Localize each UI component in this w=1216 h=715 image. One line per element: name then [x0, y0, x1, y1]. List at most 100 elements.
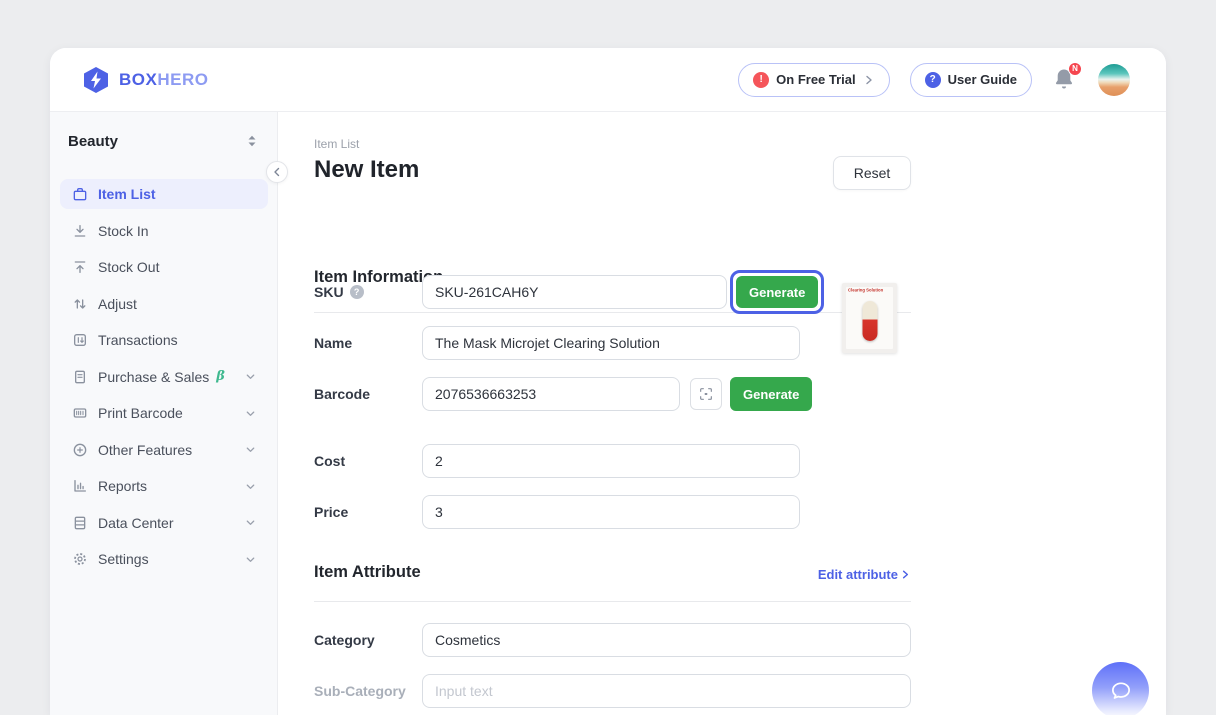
- price-row: Price: [314, 495, 800, 529]
- sku-input[interactable]: [422, 275, 727, 309]
- reset-button[interactable]: Reset: [833, 156, 911, 190]
- chat-widget-button[interactable]: [1092, 662, 1149, 715]
- chevron-down-icon: [245, 371, 256, 382]
- user-guide-button[interactable]: ? User Guide: [910, 63, 1032, 97]
- brand-text: BOXHERO: [119, 70, 208, 90]
- chevron-down-icon: [245, 444, 256, 455]
- sidebar-item-item-list[interactable]: Item List: [60, 179, 268, 209]
- chevron-down-icon: [245, 554, 256, 565]
- beta-badge: β: [216, 369, 225, 384]
- brand-box: BOX: [119, 70, 157, 89]
- chevron-down-icon: [245, 481, 256, 492]
- category-input[interactable]: [422, 623, 911, 657]
- sidebar-item-reports[interactable]: Reports: [60, 471, 268, 501]
- chat-bubble-icon: [1108, 678, 1134, 704]
- workspace-selector[interactable]: Beauty: [68, 126, 259, 156]
- barcode-icon: [72, 405, 88, 421]
- gear-icon: [72, 551, 88, 567]
- user-guide-label: User Guide: [948, 72, 1017, 87]
- cost-label: Cost: [314, 453, 345, 469]
- chevron-down-icon: [245, 517, 256, 528]
- divider: [314, 601, 911, 602]
- sku-generate-button[interactable]: Generate: [736, 276, 818, 308]
- main-content: Item List New Item Reset Item Informatio…: [278, 112, 1166, 715]
- chevron-down-icon: [245, 408, 256, 419]
- name-row: Name: [314, 326, 800, 360]
- sidebar-item-other-features[interactable]: Other Features: [60, 435, 268, 465]
- sort-icon: [245, 133, 259, 149]
- sidebar-item-settings[interactable]: Settings: [60, 544, 268, 574]
- chevron-right-icon: [863, 74, 875, 86]
- tutorial-focus-ring: Generate: [730, 270, 824, 314]
- name-label: Name: [314, 335, 352, 351]
- sidebar-item-purchase-sales[interactable]: Purchase & Sales β: [60, 362, 268, 392]
- sidebar: Beauty Item List Stock In: [50, 112, 278, 715]
- price-input[interactable]: [422, 495, 800, 529]
- product-image-caption: Clearing Solution: [848, 289, 883, 293]
- question-icon: ?: [925, 72, 941, 88]
- section-item-attribute: Item Attribute: [314, 563, 421, 582]
- sku-row: SKU ?: [314, 275, 727, 309]
- sidebar-item-stock-in[interactable]: Stock In: [60, 216, 268, 246]
- subcategory-input[interactable]: [422, 674, 911, 708]
- cost-row: Cost: [314, 444, 800, 478]
- database-icon: [72, 515, 88, 531]
- breadcrumb: Item List: [314, 137, 359, 151]
- sidebar-item-label: Settings: [98, 551, 149, 567]
- category-row: Category: [314, 623, 911, 657]
- topbar: BOXHERO ! On Free Trial ? User Guide N: [50, 48, 1166, 112]
- edit-attribute-label: Edit attribute: [818, 567, 898, 582]
- workspace-name: Beauty: [68, 133, 118, 150]
- help-icon[interactable]: ?: [350, 285, 364, 299]
- sidebar-item-label: Item List: [98, 186, 156, 202]
- sidebar-item-adjust[interactable]: Adjust: [60, 289, 268, 319]
- boxhero-logo: BOXHERO: [82, 66, 208, 94]
- sidebar-item-label: Adjust: [98, 296, 137, 312]
- sidebar-item-label: Print Barcode: [98, 405, 183, 421]
- price-label: Price: [314, 504, 348, 520]
- sidebar-item-label: Purchase & Sales: [98, 369, 209, 385]
- user-avatar[interactable]: [1098, 64, 1130, 96]
- capsule-graphic: [862, 301, 877, 341]
- cost-input[interactable]: [422, 444, 800, 478]
- sidebar-item-label: Data Center: [98, 515, 173, 531]
- document-icon: [72, 369, 88, 385]
- category-label: Category: [314, 632, 375, 648]
- notification-badge: N: [1068, 62, 1082, 76]
- sku-label: SKU: [314, 284, 344, 300]
- edit-attribute-link[interactable]: Edit attribute: [818, 567, 911, 582]
- plus-circle-icon: [72, 442, 88, 458]
- sidebar-item-label: Reports: [98, 478, 147, 494]
- notifications-button[interactable]: N: [1052, 66, 1078, 94]
- barcode-row: Barcode Generate: [314, 377, 812, 411]
- sidebar-item-transactions[interactable]: Transactions: [60, 325, 268, 355]
- barcode-scan-button[interactable]: [690, 378, 722, 410]
- brand-hero: HERO: [157, 70, 208, 89]
- barcode-label: Barcode: [314, 386, 370, 402]
- sidebar-collapse-button[interactable]: [266, 161, 288, 183]
- free-trial-label: On Free Trial: [776, 72, 855, 87]
- barcode-input[interactable]: [422, 377, 680, 411]
- sidebar-item-print-barcode[interactable]: Print Barcode: [60, 398, 268, 428]
- sidebar-item-data-center[interactable]: Data Center: [60, 508, 268, 538]
- alert-icon: !: [753, 72, 769, 88]
- name-input[interactable]: [422, 326, 800, 360]
- page-title: New Item: [314, 156, 419, 184]
- sidebar-item-label: Stock Out: [98, 259, 159, 275]
- sidebar-item-label: Other Features: [98, 442, 192, 458]
- free-trial-button[interactable]: ! On Free Trial: [738, 63, 889, 97]
- app-window: BOXHERO ! On Free Trial ? User Guide N: [50, 48, 1166, 715]
- chevron-left-icon: [272, 167, 282, 177]
- arrows-up-down-icon: [72, 296, 88, 312]
- product-image[interactable]: Clearing Solution: [842, 283, 897, 353]
- box-icon: [72, 186, 88, 202]
- chevron-right-icon: [900, 569, 911, 580]
- barcode-generate-button[interactable]: Generate: [730, 377, 812, 411]
- sidebar-item-stock-out[interactable]: Stock Out: [60, 252, 268, 282]
- product-image-pack: Clearing Solution: [846, 287, 893, 349]
- sidebar-nav: Item List Stock In Stock Out Adjust: [60, 179, 268, 574]
- arrow-down-to-line-icon: [72, 223, 88, 239]
- scan-icon: [698, 386, 714, 402]
- transactions-icon: [72, 332, 88, 348]
- arrow-up-to-line-icon: [72, 259, 88, 275]
